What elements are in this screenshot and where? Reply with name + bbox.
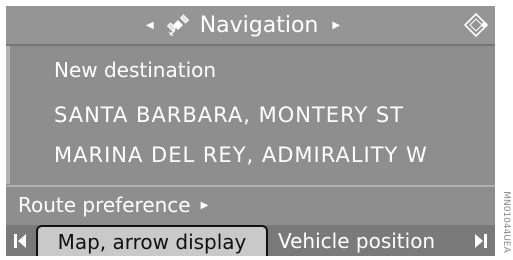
bottom-tab-bar: Map, arrow display Vehicle position	[6, 225, 495, 256]
dpad-icon	[463, 12, 489, 38]
scroll-right-icon[interactable]	[467, 225, 495, 256]
menu-item-new-destination[interactable]: New destination	[54, 58, 216, 82]
route-preference-label: Route preference	[18, 193, 191, 217]
left-arrow-icon[interactable]: ◀	[146, 20, 154, 31]
navigation-screen: ◀ Navigation ▶ New destination SANTA BAR…	[6, 6, 495, 256]
satellite-icon	[166, 14, 189, 37]
destination-menu: New destination SANTA BARBARA, MONTERY S…	[6, 46, 495, 184]
right-arrow-icon[interactable]: ▶	[332, 20, 340, 31]
chevron-right-icon: ▶	[200, 199, 209, 211]
title-bar: ◀ Navigation ▶	[6, 6, 495, 46]
title-group: ◀ Navigation ▶	[146, 6, 340, 44]
menu-focus-bar	[6, 46, 10, 184]
route-preference-item[interactable]: Route preference ▶	[6, 187, 495, 223]
tab-map-arrow-display[interactable]: Map, arrow display	[36, 225, 268, 256]
figure-code: MN01044UEA	[499, 184, 513, 260]
page-title: Navigation	[199, 12, 319, 38]
menu-item-recent-destination[interactable]: SANTA BARBARA, MONTERY ST	[54, 103, 404, 127]
menu-item-recent-destination[interactable]: MARINA DEL REY, ADMIRALITY W	[54, 143, 428, 167]
scroll-left-icon[interactable]	[6, 225, 34, 256]
tab-vehicle-position[interactable]: Vehicle position	[278, 225, 435, 256]
figure-code-text: MN01044UEA	[501, 191, 511, 253]
